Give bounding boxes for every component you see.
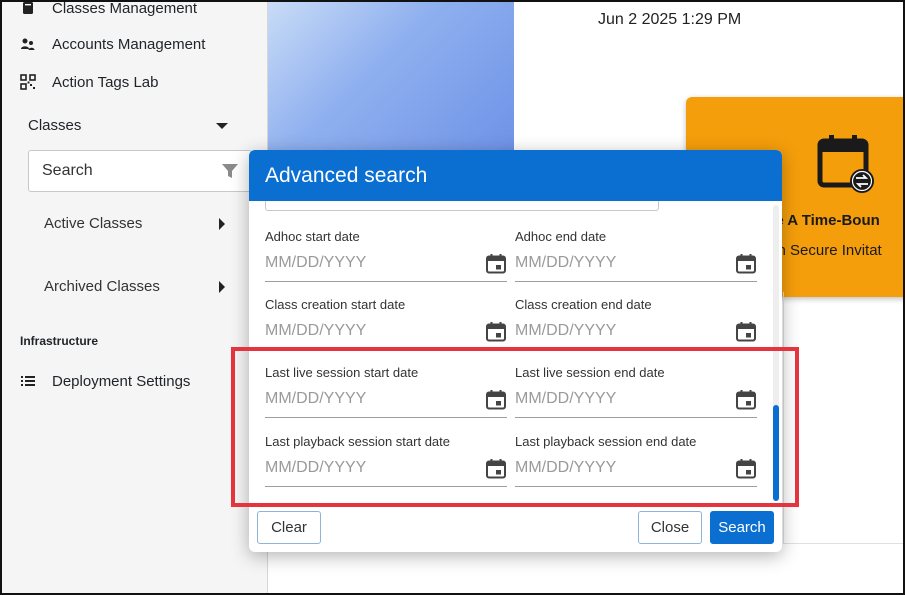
nav-label: Accounts Management	[52, 35, 206, 53]
date-placeholder: MM/DD/YYYY	[515, 390, 617, 407]
field-underline	[515, 486, 757, 487]
users-icon	[18, 34, 38, 54]
last-live-session-end-date-field[interactable]: Last live session end date MM/DD/YYYY	[515, 365, 757, 421]
dialog-body: Adhoc start date MM/DD/YYYY Adhoc end da…	[249, 201, 782, 504]
scrollbar-thumb[interactable]	[773, 405, 779, 501]
close-button[interactable]: Close	[638, 511, 702, 544]
calendar-icon[interactable]	[735, 321, 757, 343]
nav-accounts-management[interactable]: Accounts Management	[18, 32, 205, 56]
field-underline	[515, 281, 757, 282]
class-creation-end-date-field[interactable]: Class creation end date MM/DD/YYYY	[515, 297, 757, 353]
chevron-right-icon[interactable]	[219, 281, 225, 293]
calendar-icon[interactable]	[485, 389, 507, 411]
dialog-header: Advanced search	[249, 150, 782, 201]
search-button[interactable]: Search	[710, 511, 774, 544]
calendar-icon[interactable]	[735, 253, 757, 275]
dialog-title: Advanced search	[265, 163, 428, 187]
nav-label: Classes Management	[52, 0, 198, 17]
last-playback-session-start-date-field[interactable]: Last playback session start date MM/DD/Y…	[265, 434, 507, 490]
nav-label: Deployment Settings	[52, 372, 191, 390]
sidebar: Classes Management Accounts Management A…	[2, 0, 268, 593]
class-search-input[interactable]: Search	[28, 150, 252, 192]
field-underline	[265, 486, 507, 487]
date-placeholder: MM/DD/YYYY	[265, 322, 367, 339]
date-placeholder: MM/DD/YYYY	[265, 459, 367, 476]
date-placeholder: MM/DD/YYYY	[515, 254, 617, 271]
filter-icon[interactable]	[221, 162, 239, 185]
card-subtitle: ch Secure Invitat	[770, 242, 882, 259]
date-placeholder: MM/DD/YYYY	[515, 322, 617, 339]
date-placeholder: MM/DD/YYYY	[265, 390, 367, 407]
sidebar-item-active-classes[interactable]: Active Classes	[44, 215, 142, 232]
field-underline	[265, 417, 507, 418]
field-label: Last playback session start date	[265, 434, 450, 449]
nav-label: Action Tags Lab	[52, 73, 159, 91]
dialog-footer: Clear Close Search	[249, 504, 782, 552]
nav-deployment-settings[interactable]: Deployment Settings	[18, 369, 190, 393]
nav-classes-management[interactable]: Classes Management	[18, 0, 197, 20]
content-divider	[783, 292, 903, 544]
field-label: Last live session end date	[515, 365, 665, 380]
field-underline	[515, 417, 757, 418]
calendar-icon[interactable]	[485, 253, 507, 275]
field-label: Adhoc end date	[515, 229, 607, 244]
last-playback-session-end-date-field[interactable]: Last playback session end date MM/DD/YYY…	[515, 434, 757, 490]
field-underline	[265, 349, 507, 350]
calendar-icon[interactable]	[485, 458, 507, 480]
text-input[interactable]	[265, 201, 659, 211]
class-creation-start-date-field[interactable]: Class creation start date MM/DD/YYYY	[265, 297, 507, 353]
classes-section-label[interactable]: Classes	[28, 117, 81, 134]
field-underline	[265, 281, 507, 282]
advanced-search-dialog: Advanced search Adhoc start date MM/DD/Y…	[249, 150, 782, 552]
calendar-icon[interactable]	[485, 321, 507, 343]
field-label: Class creation end date	[515, 297, 652, 312]
field-label: Last live session start date	[265, 365, 419, 380]
current-datetime: Jun 2 2025 1:29 PM	[598, 11, 742, 28]
date-placeholder: MM/DD/YYYY	[265, 254, 367, 271]
chevron-right-icon[interactable]	[219, 218, 225, 230]
qr-code-icon	[18, 72, 38, 92]
calendar-icon[interactable]	[735, 389, 757, 411]
date-placeholder: MM/DD/YYYY	[515, 459, 617, 476]
book-icon	[18, 0, 38, 18]
search-placeholder: Search	[42, 162, 93, 179]
field-label: Class creation start date	[265, 297, 406, 312]
adhoc-start-date-field[interactable]: Adhoc start date MM/DD/YYYY	[265, 229, 507, 285]
clear-button[interactable]: Clear	[257, 511, 321, 544]
calendar-sync-icon	[816, 133, 876, 200]
list-icon	[18, 371, 38, 391]
field-label: Adhoc start date	[265, 229, 360, 244]
calendar-icon[interactable]	[735, 458, 757, 480]
field-label: Last playback session end date	[515, 434, 697, 449]
chevron-down-icon[interactable]	[216, 123, 228, 129]
infrastructure-heading: Infrastructure	[20, 334, 99, 348]
last-live-session-start-date-field[interactable]: Last live session start date MM/DD/YYYY	[265, 365, 507, 421]
field-underline	[515, 349, 757, 350]
nav-action-tags-lab[interactable]: Action Tags Lab	[18, 70, 158, 94]
adhoc-end-date-field[interactable]: Adhoc end date MM/DD/YYYY	[515, 229, 757, 285]
sidebar-item-archived-classes[interactable]: Archived Classes	[44, 278, 160, 295]
